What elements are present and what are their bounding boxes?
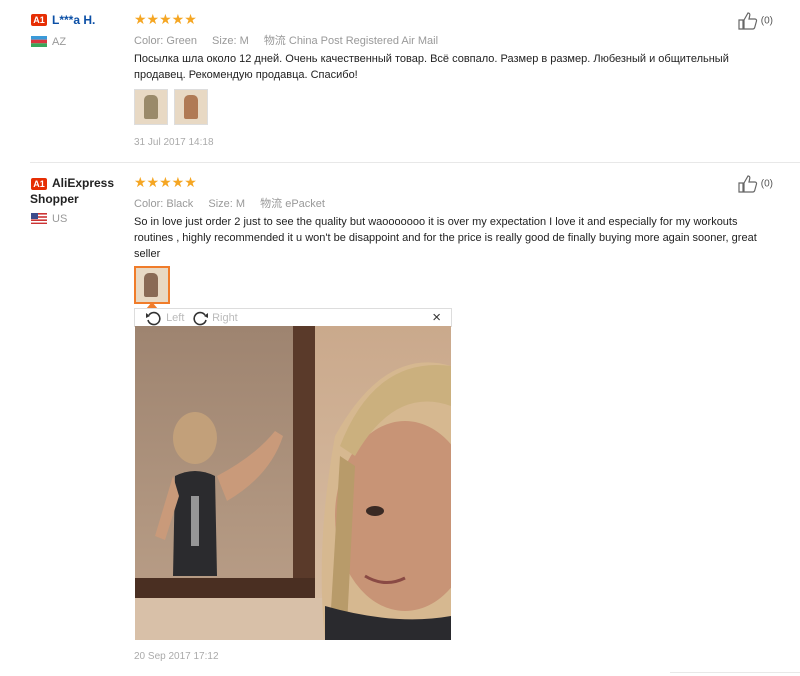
shipping-value: China Post Registered Air Mail: [288, 35, 439, 47]
size-value: M: [235, 198, 246, 210]
review-photo-thumbnail[interactable]: [174, 89, 208, 125]
thumbs-up-icon: [738, 12, 758, 30]
rotate-left-icon: [146, 311, 161, 326]
member-level-badge: A1: [31, 14, 47, 26]
rotate-right-label: Right: [212, 311, 238, 324]
color-label: Color:: [134, 35, 164, 47]
selfie-photo: [135, 326, 451, 640]
rotate-right-icon: [193, 311, 208, 326]
reviewer-country: AZ: [52, 36, 67, 48]
shipping-label: 物流: [263, 35, 286, 47]
review-date: 31 Jul 2017 14:18: [134, 137, 214, 148]
review-text: So in love just order 2 just to see the …: [134, 216, 757, 260]
rotate-left-label: Left: [166, 311, 185, 324]
shipping-value: ePacket: [285, 198, 325, 210]
photo-viewer-toolbar: Left Right ×: [134, 308, 452, 327]
az-flag-icon: [31, 36, 47, 47]
review-photo-thumbnail[interactable]: [134, 89, 168, 125]
color-value: Green: [166, 35, 197, 47]
helpful-button[interactable]: (0): [738, 175, 773, 193]
helpful-button[interactable]: (0): [738, 12, 773, 30]
color-label: Color:: [134, 198, 164, 210]
star-rating: ★★★★★: [134, 11, 197, 27]
reviewer-name[interactable]: AliExpress Shopper: [30, 175, 125, 207]
review-meta: Color: Black Size: M 物流 ePacket: [134, 195, 337, 211]
review-date: 20 Sep 2017 17:12: [134, 651, 219, 662]
review-divider: [30, 162, 800, 163]
review-photo-thumbnail-selected[interactable]: [134, 266, 170, 304]
review-photo-enlarged: [135, 326, 451, 640]
size-value: M: [239, 35, 249, 47]
size-label: Size:: [212, 35, 237, 47]
reviewer-country: US: [52, 213, 68, 225]
us-flag-icon: [31, 213, 47, 224]
thumbs-up-icon: [738, 175, 758, 193]
color-value: Black: [166, 198, 194, 210]
size-label: Size:: [208, 198, 233, 210]
rotate-right-button[interactable]: Right: [191, 310, 238, 326]
helpful-count: (0): [760, 15, 774, 27]
helpful-count: (0): [760, 178, 774, 190]
review-divider: [670, 672, 800, 673]
shipping-label: 物流: [260, 198, 283, 210]
review-text: Посылка шла около 12 дней. Очень качеств…: [134, 53, 729, 81]
reviewer-name[interactable]: L***a H.: [52, 13, 95, 27]
star-rating: ★★★★★: [134, 174, 197, 190]
rotate-left-button[interactable]: Left: [145, 310, 184, 326]
review-meta: Color: Green Size: M 物流 China Post Regis…: [134, 32, 450, 48]
close-icon[interactable]: ×: [432, 309, 441, 326]
